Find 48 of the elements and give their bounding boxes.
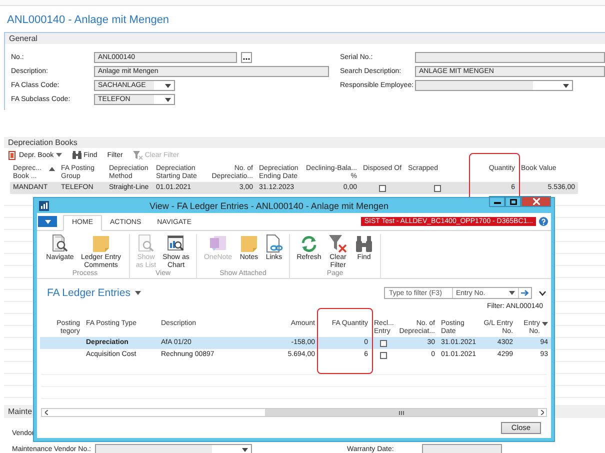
book-icon <box>8 150 17 160</box>
page-title: FA Ledger Entries <box>47 287 130 299</box>
clear-filter-icon <box>132 150 143 160</box>
chevron-icon[interactable] <box>539 290 546 296</box>
horizontal-scrollbar[interactable] <box>41 408 547 417</box>
lookup-button[interactable] <box>241 52 252 63</box>
scroll-right-icon[interactable] <box>540 410 544 415</box>
text-field[interactable] <box>415 52 605 63</box>
minimize-button[interactable] <box>489 196 505 207</box>
dropdown-field[interactable] <box>415 80 573 91</box>
caret-icon <box>242 448 248 452</box>
close-icon <box>532 198 540 205</box>
binoculars-icon <box>72 151 82 159</box>
close-button[interactable] <box>521 196 551 207</box>
checkbox[interactable] <box>380 352 386 358</box>
caret-icon <box>135 291 142 295</box>
note-icon <box>239 234 259 254</box>
page-title: ANL000140 - Anlage mit Mengen <box>7 13 170 27</box>
section-header[interactable]: General <box>5 33 605 44</box>
clear-filter-icon <box>328 234 348 254</box>
help-icon[interactable] <box>539 217 548 226</box>
checkbox[interactable] <box>434 184 441 192</box>
caret-icon <box>44 220 50 224</box>
caret-icon <box>165 98 171 102</box>
dropdown-field[interactable] <box>95 444 252 453</box>
checkbox[interactable] <box>380 340 386 346</box>
text-field[interactable] <box>422 444 502 453</box>
grip-icon[interactable] <box>398 410 404 414</box>
menu-button[interactable] <box>38 216 57 227</box>
caret-icon <box>165 84 171 88</box>
maximize-icon <box>510 198 516 204</box>
app-icon <box>39 200 49 210</box>
document-search-icon <box>136 234 156 254</box>
window-title: View - FA Ledger Entries - ANL000140 - Anlage mit Mengen <box>148 200 390 210</box>
minimize-icon <box>494 199 500 204</box>
apply-filter-button[interactable] <box>519 288 531 298</box>
caret-icon <box>56 153 62 157</box>
maximize-button[interactable] <box>505 196 521 207</box>
caret-icon <box>509 291 515 295</box>
document-search-icon <box>50 234 70 254</box>
scroll-left-icon[interactable] <box>44 410 48 415</box>
checkbox[interactable] <box>379 184 386 192</box>
caret-icon <box>563 84 569 88</box>
refresh-icon <box>299 234 319 254</box>
document-link-icon <box>264 234 284 254</box>
binoculars-icon <box>354 234 374 254</box>
note-icon <box>91 234 111 254</box>
section-header[interactable]: Depreciation Books <box>4 137 605 148</box>
